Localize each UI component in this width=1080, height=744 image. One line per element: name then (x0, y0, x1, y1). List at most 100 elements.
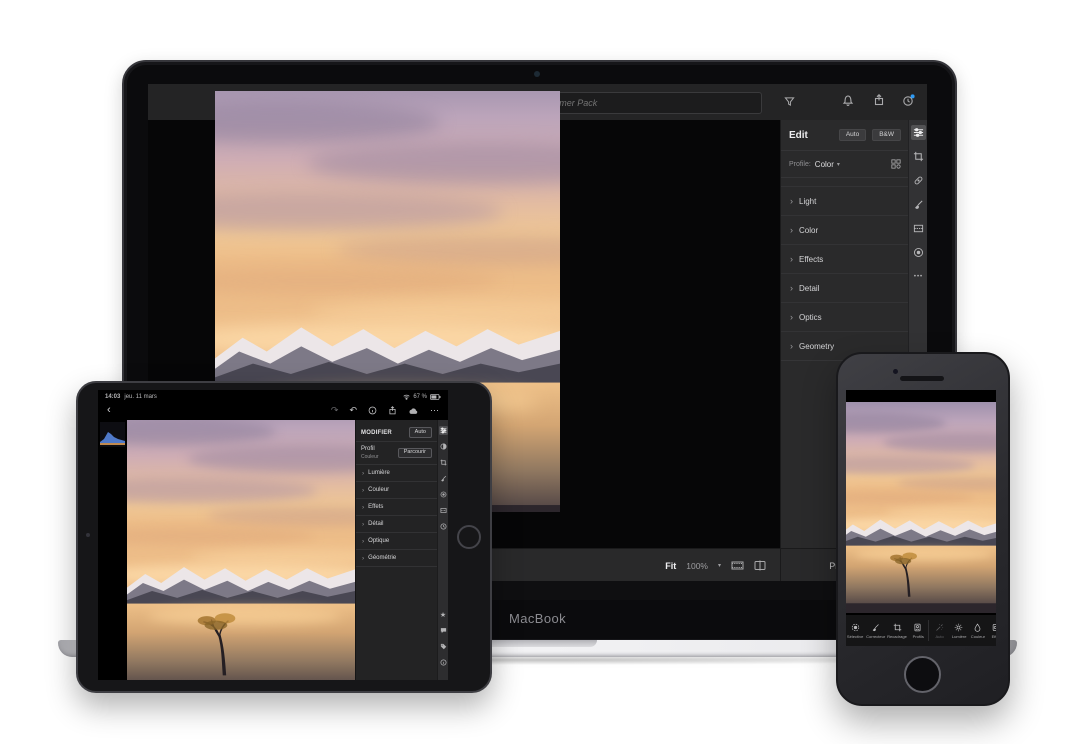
sync-status-icon[interactable] (902, 94, 915, 107)
toolbar-divider (928, 620, 929, 641)
panel-section-detail[interactable]: › Détail (356, 515, 437, 532)
profiles-icon[interactable] (439, 442, 448, 451)
chevron-down-icon: ▾ (837, 161, 840, 168)
selective-edit-icon (851, 623, 860, 632)
cloud-sync-icon[interactable] (408, 407, 419, 415)
brush-icon[interactable] (911, 197, 926, 212)
light-sun-icon (954, 623, 963, 632)
tool-lumiere[interactable]: Lumière (949, 615, 968, 646)
panel-section-color[interactable]: › Color (781, 215, 909, 244)
chevron-right-icon: › (362, 504, 364, 511)
profile-label: Profile: (789, 161, 811, 168)
edit-panel-title: Edit (789, 130, 808, 141)
healing-brush-icon[interactable] (911, 173, 926, 188)
chevron-right-icon: › (362, 555, 364, 562)
histogram-thumbnail[interactable] (100, 422, 125, 447)
chevron-down-icon: ▾ (718, 562, 721, 569)
compare-view-icon[interactable] (754, 560, 766, 571)
undo-icon[interactable]: ↶ (349, 406, 357, 415)
more-icon[interactable]: ⋯ (430, 406, 439, 415)
panel-section-couleur[interactable]: › Couleur (356, 481, 437, 498)
chevron-right-icon: › (362, 487, 364, 494)
linear-gradient-icon[interactable] (911, 221, 926, 236)
star-rating-icon[interactable]: ★ (439, 610, 448, 619)
tool-effets[interactable]: Effets (987, 615, 996, 646)
radial-gradient-icon[interactable] (439, 490, 448, 499)
panel-section-effects[interactable]: › Effects (781, 244, 909, 273)
redo-icon[interactable]: ↷ (331, 406, 339, 415)
bw-button[interactable]: B&W (872, 129, 901, 142)
auto-wand-icon (935, 623, 944, 632)
chevron-right-icon: › (790, 226, 793, 235)
fit-label[interactable]: Fit (665, 561, 676, 571)
back-button[interactable]: ‹ (107, 405, 111, 416)
adjust-sliders-icon[interactable] (911, 125, 926, 140)
iphone-camera-dot (893, 369, 898, 374)
iphone-home-button[interactable] (904, 656, 941, 693)
profile-value: Color (815, 160, 834, 169)
macbook-lid-notch (477, 640, 597, 647)
edit-panel-title: MODIFIER (361, 430, 392, 436)
tool-auto[interactable]: Auto (930, 615, 949, 646)
ipad-camera-dot (86, 533, 90, 537)
panel-section-effets[interactable]: › Effets (356, 498, 437, 515)
tool-recadrage[interactable]: Recadrage (886, 615, 908, 646)
tool-correcteur[interactable]: Correcteur (865, 615, 886, 646)
info-icon[interactable] (439, 658, 448, 667)
panel-section-light[interactable]: › Light (781, 186, 909, 215)
profiles-icon (913, 623, 922, 632)
sunset-photo-art (846, 402, 996, 613)
auto-button[interactable]: Auto (839, 129, 866, 142)
ipad-tool-rail: ★ (437, 420, 448, 680)
ipad-toolbar: ‹ ↷ ↶ ⋯ (98, 401, 448, 420)
panel-section-lumiere[interactable]: › Lumière (356, 464, 437, 481)
share-icon[interactable] (388, 406, 397, 415)
history-clock-icon[interactable] (439, 522, 448, 531)
crop-icon (893, 623, 902, 632)
zoom-level[interactable]: 100% (686, 561, 708, 571)
bell-icon[interactable] (842, 94, 854, 106)
more-icon[interactable]: ••• (911, 269, 926, 284)
filmstrip-icon[interactable] (731, 560, 744, 571)
chevron-right-icon: › (790, 313, 793, 322)
ipad-home-button[interactable] (457, 525, 481, 549)
auto-button[interactable]: Auto (409, 427, 432, 438)
macbook-camera-dot (534, 71, 540, 77)
tool-profils[interactable]: Profils (908, 615, 927, 646)
status-date: jeu. 11 mars (124, 394, 157, 400)
radial-gradient-icon[interactable] (911, 245, 926, 260)
sunset-photo-art (127, 420, 355, 680)
battery-icon (430, 394, 441, 400)
tool-selective[interactable]: Sélective (846, 615, 865, 646)
profile-row[interactable]: Profile: Color ▾ (781, 151, 909, 177)
share-icon[interactable] (873, 94, 885, 106)
crop-icon[interactable] (911, 149, 926, 164)
color-droplet-icon (973, 623, 982, 632)
panel-section-optics[interactable]: › Optics (781, 302, 909, 331)
profile-value: Couleur (361, 454, 379, 461)
chevron-right-icon: › (790, 284, 793, 293)
panel-section-optique[interactable]: › Optique (356, 532, 437, 549)
tool-couleur[interactable]: Couleur (968, 615, 987, 646)
profile-browse-grid-icon[interactable] (891, 159, 901, 169)
panel-section-detail[interactable]: › Detail (781, 273, 909, 302)
keyword-tag-icon[interactable] (439, 642, 448, 651)
iphone-edit-toolbar: Sélective Correcteur Recadrage Profils A… (846, 615, 996, 646)
adjust-sliders-icon[interactable] (439, 426, 448, 435)
crop-icon[interactable] (439, 458, 448, 467)
filter-icon[interactable] (784, 96, 795, 107)
profile-row[interactable]: Profil Couleur Parcourir (356, 441, 437, 464)
info-icon[interactable] (368, 406, 377, 415)
chevron-right-icon: › (790, 342, 793, 351)
linear-gradient-icon[interactable] (439, 506, 448, 515)
wifi-icon (403, 394, 410, 400)
browse-button[interactable]: Parcourir (398, 448, 432, 459)
brush-icon[interactable] (439, 474, 448, 483)
comment-icon[interactable] (439, 626, 448, 635)
healing-brush-icon (871, 623, 880, 632)
panel-section-geometrie[interactable]: › Géométrie (356, 549, 437, 566)
landscape-photo (846, 402, 996, 613)
chevron-right-icon: › (362, 521, 364, 528)
ipad-status-bar: 14:03 jeu. 11 mars 67 % (98, 390, 448, 401)
filmstrip-column (98, 420, 127, 680)
